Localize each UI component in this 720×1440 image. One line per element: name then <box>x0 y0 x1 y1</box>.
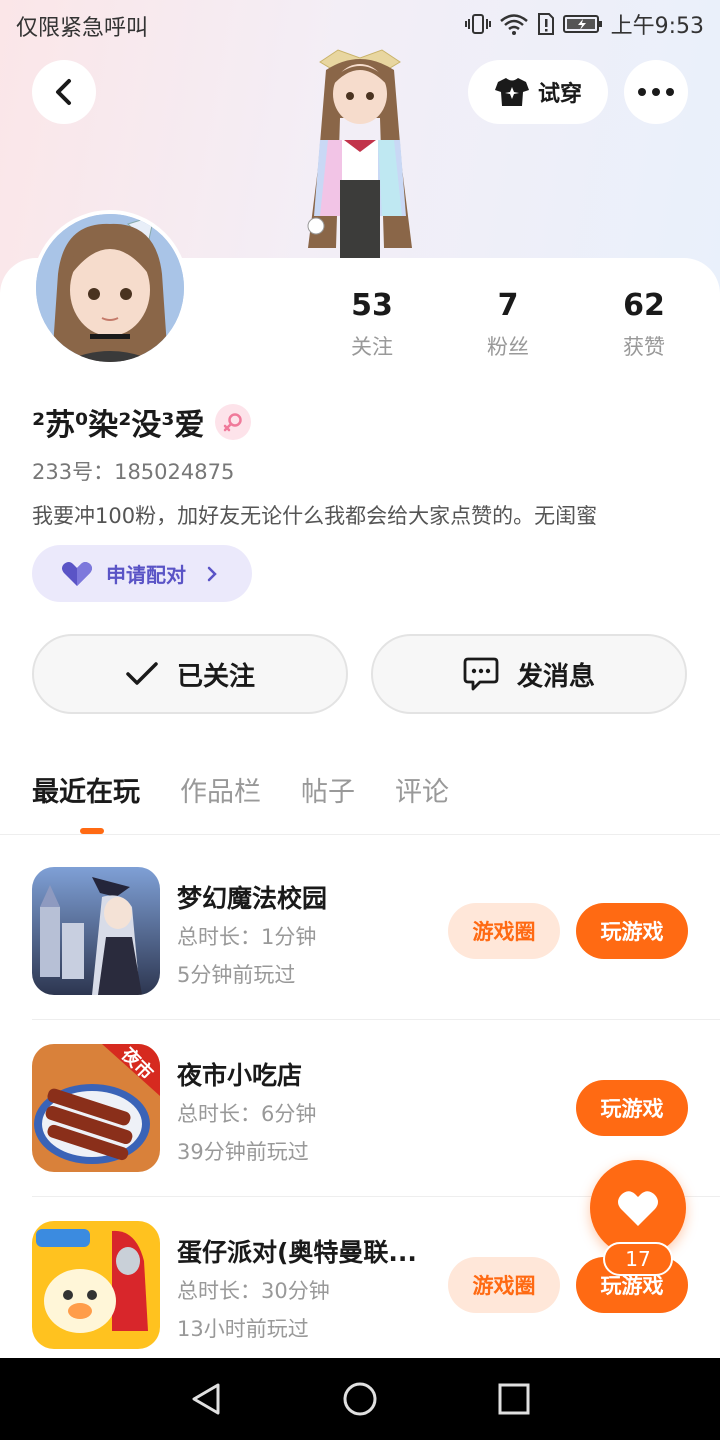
more-dots-icon <box>638 88 674 96</box>
avatar-portrait <box>36 214 184 362</box>
username-row: ²苏⁰染²没³爱 <box>32 400 251 444</box>
back-button[interactable] <box>32 60 96 124</box>
tab-works[interactable]: 作品栏 <box>180 770 261 809</box>
game-thumbnail <box>32 867 160 995</box>
game-title: 夜市小吃店 <box>177 1061 303 1090</box>
play-game-button[interactable]: 玩游戏 <box>576 903 688 959</box>
game-item[interactable]: 梦幻魔法校园 总时长：1分钟 5分钟前玩过 游戏圈 玩游戏 <box>32 867 688 997</box>
user-id: 233号：185024875 <box>32 460 235 484</box>
apply-pair-button[interactable]: 申请配对 <box>32 545 252 602</box>
try-on-button[interactable]: 试穿 <box>468 60 608 124</box>
avatar[interactable] <box>32 210 188 366</box>
more-button[interactable] <box>624 60 688 124</box>
game-circle-button[interactable]: 游戏圈 <box>448 903 560 959</box>
clock: 上午9:53 <box>610 14 704 39</box>
game-duration: 总时长：1分钟 <box>177 925 317 949</box>
game-thumbnail: 夜市 <box>32 1044 160 1172</box>
followers-count: 7 <box>497 288 519 323</box>
game-last-played: 39分钟前玩过 <box>177 1140 309 1164</box>
nav-recents-icon[interactable] <box>498 1383 530 1415</box>
stat-likes[interactable]: 62 获赞 <box>594 288 694 361</box>
heart-icon <box>618 1191 658 1226</box>
check-icon <box>126 662 158 685</box>
game-title: 蛋仔派对(奥特曼联... <box>177 1238 417 1267</box>
following-label: 关注 <box>351 335 393 359</box>
stat-followers[interactable]: 7 粉丝 <box>458 288 558 361</box>
play-game-button[interactable]: 玩游戏 <box>576 1080 688 1136</box>
following-button[interactable]: 已关注 <box>32 634 348 714</box>
avatar-character-illustration <box>307 49 412 260</box>
nav-back-icon[interactable] <box>190 1382 222 1416</box>
likes-label: 获赞 <box>623 335 665 359</box>
chat-bubble-icon <box>463 657 499 691</box>
like-count-badge: 17 <box>603 1242 673 1276</box>
game-duration: 总时长：6分钟 <box>177 1102 317 1126</box>
profile-tabs: 最近在玩 作品栏 帖子 评论 <box>32 770 449 809</box>
send-message-label: 发消息 <box>516 661 595 692</box>
following-button-label: 已关注 <box>176 661 255 692</box>
tab-recently-played[interactable]: 最近在玩 <box>32 770 140 809</box>
game-circle-button[interactable]: 游戏圈 <box>448 1257 560 1313</box>
tab-posts[interactable]: 帖子 <box>301 770 355 809</box>
tshirt-icon <box>494 78 529 106</box>
status-bar: 仅限紧急呼叫 上午9:53 <box>0 0 720 50</box>
game-title: 梦幻魔法校园 <box>177 884 328 913</box>
stat-following[interactable]: 53 关注 <box>322 288 422 361</box>
game-thumbnail <box>32 1221 160 1349</box>
bio-text: 我要冲100粉，加好友无论什么我都会给大家点赞的。无闺蜜 <box>32 504 598 528</box>
game-last-played: 5分钟前玩过 <box>177 963 296 987</box>
username: ²苏⁰染²没³爱 <box>32 408 205 443</box>
female-icon <box>214 404 251 440</box>
game-item[interactable]: 夜市 夜市小吃店 总时长：6分钟 39分钟前玩过 玩游戏 <box>32 1044 688 1174</box>
likes-count: 62 <box>623 288 665 323</box>
system-navigation-bar <box>0 1358 720 1440</box>
row-divider <box>32 1019 720 1020</box>
followers-label: 粉丝 <box>487 335 529 359</box>
try-on-label: 试穿 <box>537 82 582 107</box>
vibrate-icon <box>464 14 491 34</box>
heart-pair-icon <box>62 561 92 586</box>
carrier-text: 仅限紧急呼叫 <box>16 16 149 41</box>
tab-comments[interactable]: 评论 <box>395 770 449 809</box>
nav-home-icon[interactable] <box>342 1381 378 1417</box>
game-duration: 总时长：30分钟 <box>177 1279 330 1303</box>
game-item[interactable]: 蛋仔派对(奥特曼联... 总时长：30分钟 13小时前玩过 游戏圈 玩游戏 <box>32 1221 688 1351</box>
game-last-played: 13小时前玩过 <box>177 1317 309 1341</box>
chevron-left-icon <box>56 79 71 105</box>
tabs-divider <box>0 834 720 835</box>
sim-alert-icon <box>537 13 554 35</box>
apply-pair-label: 申请配对 <box>106 563 186 587</box>
send-message-button[interactable]: 发消息 <box>371 634 687 714</box>
battery-charging-icon <box>562 15 602 33</box>
chevron-right-icon <box>207 566 217 581</box>
following-count: 53 <box>351 288 393 323</box>
wifi-icon <box>499 14 528 35</box>
